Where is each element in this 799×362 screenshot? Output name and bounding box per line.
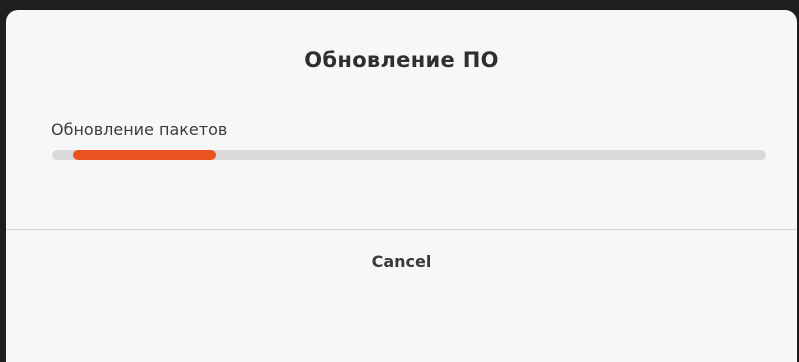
progress-bar xyxy=(52,150,766,160)
progress-bar-fill xyxy=(73,150,217,160)
dialog-title: Обновление ПО xyxy=(304,48,499,72)
update-dialog: Обновление ПО Обновление пакетов Cancel xyxy=(6,10,797,362)
cancel-button[interactable]: Cancel xyxy=(6,230,797,292)
status-label: Обновление пакетов xyxy=(51,120,228,139)
